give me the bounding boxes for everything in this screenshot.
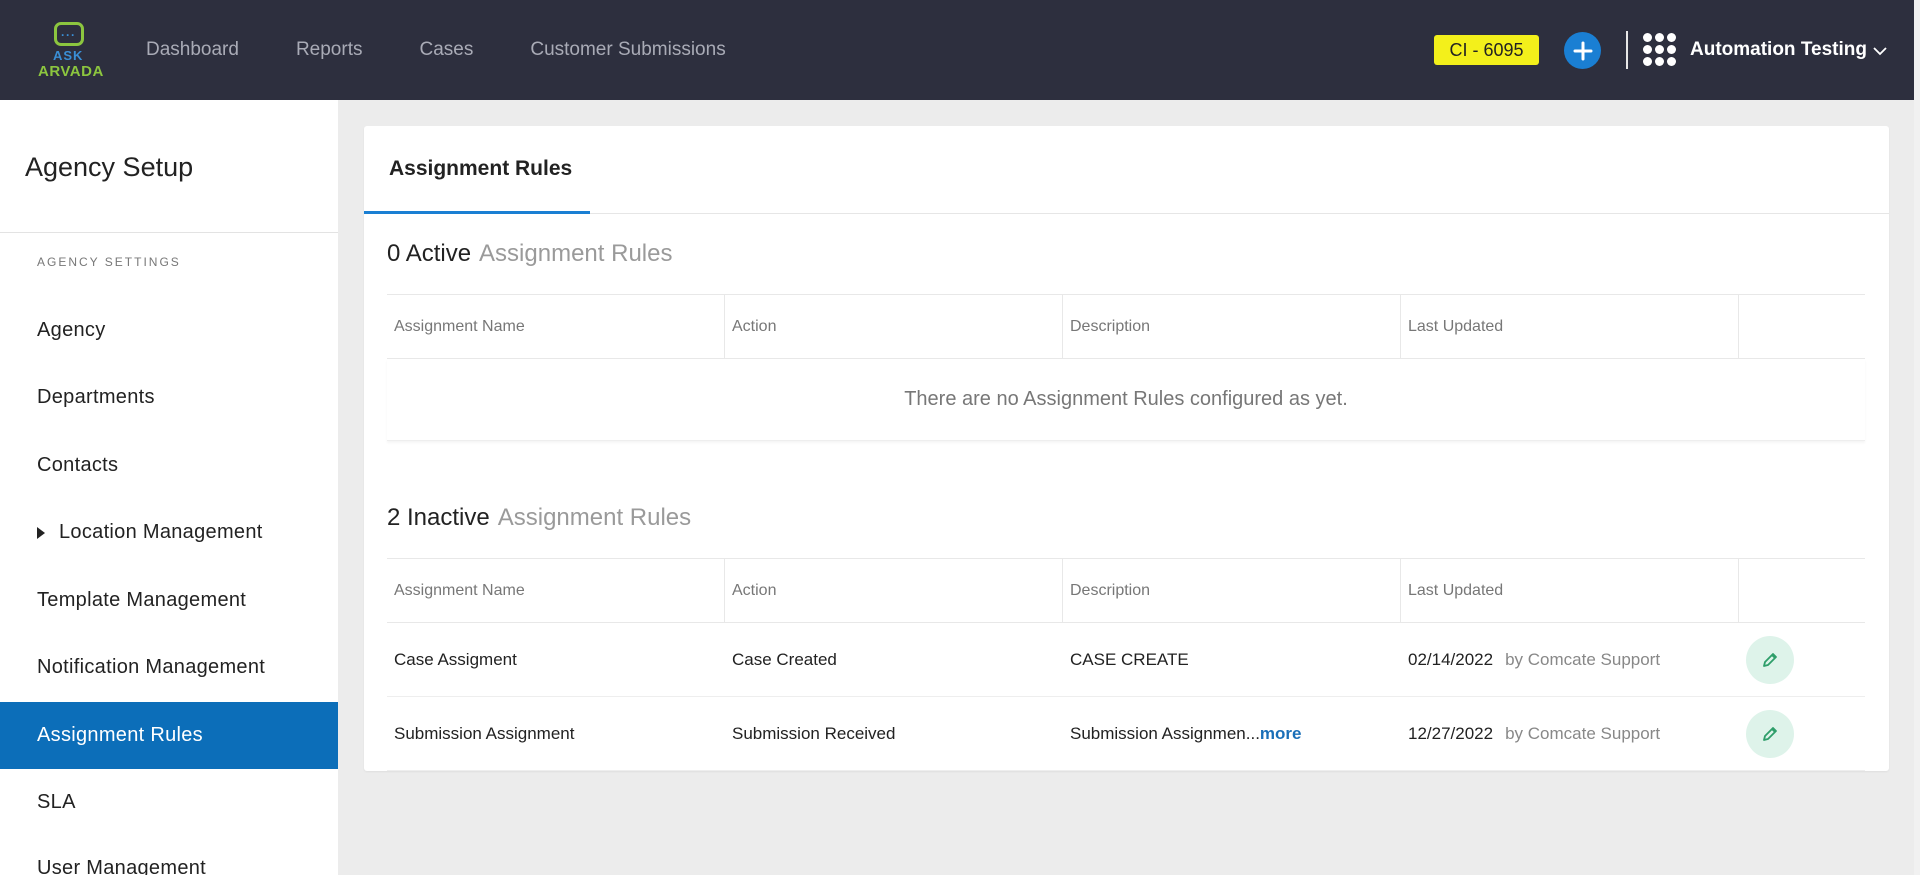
section-label-agency-settings: AGENCY SETTINGS: [37, 255, 181, 269]
active-heading-label: Assignment Rules: [479, 240, 673, 267]
empty-state-message: There are no Assignment Rules configured…: [387, 359, 1865, 441]
sidebar-item-label: Departments: [37, 386, 155, 408]
cell-action: Submission Received: [732, 723, 896, 743]
col-assignment-name[interactable]: Assignment Name: [387, 295, 725, 358]
col-assignment-name[interactable]: Assignment Name: [387, 559, 725, 622]
sidebar-item-label: Location Management: [59, 521, 263, 543]
updated-date: 12/27/2022: [1408, 723, 1494, 743]
table-header: Assignment Name Action Description Last …: [387, 558, 1865, 623]
cell-actions: [1739, 697, 1865, 770]
col-last-updated[interactable]: Last Updated: [1401, 295, 1739, 358]
sidebar-item-assignment-rules[interactable]: Assignment Rules: [0, 702, 338, 769]
user-menu[interactable]: Automation Testing: [1690, 35, 1887, 65]
sidebar-item-user-management[interactable]: User Management: [0, 835, 338, 875]
inactive-count: 2 Inactive: [387, 504, 490, 531]
sidebar-item-location-management[interactable]: Location Management: [0, 499, 338, 566]
more-link[interactable]: more: [1260, 724, 1302, 744]
sidebar-item-label: Notification Management: [37, 656, 266, 678]
sidebar-item-label: User Management: [37, 857, 207, 875]
table-row: Submission Assignment Submission Receive…: [387, 697, 1865, 771]
ask-arvada-logo[interactable]: ··· ASK ARVADA: [36, 20, 106, 82]
sidebar-item-label: SLA: [37, 791, 76, 813]
plus-icon: [1573, 41, 1592, 60]
pencil-icon: [1763, 726, 1777, 741]
col-actions: [1739, 559, 1865, 622]
edit-rule-button[interactable]: [1746, 635, 1794, 684]
nav-dashboard[interactable]: Dashboard: [146, 39, 239, 61]
add-button[interactable]: [1564, 32, 1601, 69]
active-rules-heading: 0 Active Assignment Rules: [387, 240, 672, 268]
cell-assignment-name: Case Assigment: [394, 649, 517, 669]
logo-ask-text: ASK: [53, 48, 84, 63]
sidebar-item-label: Template Management: [37, 589, 247, 611]
nav-customer-submissions[interactable]: Customer Submissions: [530, 39, 725, 61]
sidebar-item-departments[interactable]: Departments: [0, 364, 338, 431]
cell-description: Submission Assignmen... more: [1063, 697, 1401, 770]
cell-last-updated: 12/27/2022 by Comcate Support: [1401, 697, 1739, 770]
cell-actions: [1739, 623, 1865, 696]
cell-last-updated: 02/14/2022 by Comcate Support: [1401, 623, 1739, 696]
chat-bubble-icon: ···: [54, 22, 84, 46]
cell-action: Case Created: [732, 649, 837, 669]
main-nav: Dashboard Reports Cases Customer Submiss…: [146, 0, 783, 100]
edit-rule-button[interactable]: [1746, 709, 1794, 758]
updated-date: 02/14/2022: [1408, 649, 1494, 669]
tab-bar: Assignment Rules: [364, 126, 1889, 214]
col-actions: [1739, 295, 1865, 358]
apps-grid-icon[interactable]: [1643, 33, 1676, 66]
pencil-icon: [1763, 652, 1777, 667]
updated-by: by Comcate Support: [1505, 649, 1661, 669]
col-action[interactable]: Action: [725, 295, 1063, 358]
active-count: 0 Active: [387, 240, 472, 267]
assignment-rules-card: Assignment Rules 0 Active Assignment Rule…: [364, 126, 1889, 771]
sidebar-item-label: Contacts: [37, 454, 119, 476]
inactive-heading-label: Assignment Rules: [497, 504, 692, 531]
logo-arvada-text: ARVADA: [38, 63, 104, 80]
sidebar-item-contacts[interactable]: Contacts: [0, 432, 338, 499]
expand-triangle-icon[interactable]: [37, 526, 45, 539]
tab-assignment-rules[interactable]: Assignment Rules: [364, 126, 590, 214]
header-divider: [1626, 31, 1628, 69]
nav-cases[interactable]: Cases: [419, 39, 473, 61]
user-name: Automation Testing: [1690, 39, 1867, 60]
sidebar-title: Agency Setup: [25, 152, 194, 182]
sidebar-item-label: Assignment Rules: [37, 724, 203, 746]
table-header: Assignment Name Action Description Last …: [387, 294, 1865, 359]
col-action[interactable]: Action: [725, 559, 1063, 622]
description-text: Submission Assignmen...: [1070, 723, 1260, 743]
cell-description: CASE CREATE: [1063, 623, 1401, 696]
col-description[interactable]: Description: [1063, 295, 1401, 358]
nav-reports[interactable]: Reports: [296, 39, 363, 61]
chevron-down-icon: [1873, 47, 1887, 56]
cell-assignment-name: Submission Assignment: [394, 723, 575, 743]
sidebar-item-notification-management[interactable]: Notification Management: [0, 634, 338, 701]
inactive-rules-table: Assignment Name Action Description Last …: [387, 558, 1865, 771]
table-row: Case Assigment Case Created CASE CREATE …: [387, 623, 1865, 697]
description-text: CASE CREATE: [1070, 649, 1189, 669]
ci-badge: CI - 6095: [1434, 35, 1539, 65]
sidebar-item-agency[interactable]: Agency: [0, 297, 338, 364]
sidebar-item-sla[interactable]: SLA: [0, 769, 338, 836]
updated-by: by Comcate Support: [1505, 723, 1661, 743]
col-last-updated[interactable]: Last Updated: [1401, 559, 1739, 622]
sidebar-item-template-management[interactable]: Template Management: [0, 567, 338, 634]
inactive-rules-heading: 2 Inactive Assignment Rules: [387, 504, 691, 532]
sidebar: Agency Setup AGENCY SETTINGS Agency Depa…: [0, 100, 338, 875]
sidebar-item-label: Agency: [37, 319, 106, 341]
top-navbar: ··· ASK ARVADA Dashboard Reports Cases C…: [0, 0, 1914, 100]
active-rules-table: Assignment Name Action Description Last …: [387, 294, 1865, 441]
col-description[interactable]: Description: [1063, 559, 1401, 622]
page-scrollbar[interactable]: [1914, 0, 1920, 875]
sidebar-divider: [0, 232, 338, 233]
